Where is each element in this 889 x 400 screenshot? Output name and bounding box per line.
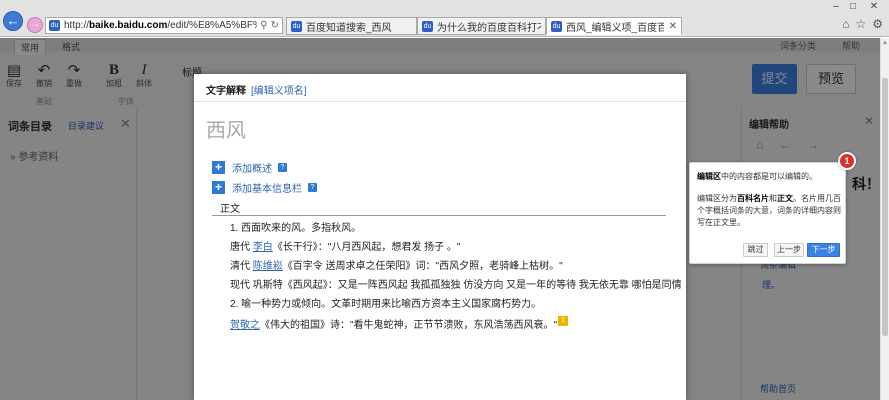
address-url: http://baike.baidu.com/edit/%E8%A5%BF%E9… <box>64 20 257 31</box>
tooltip-text: 编辑区分为百科名片和正文。名片用几百个字概括词条的大意，词条的详细内容则写在正文… <box>697 193 842 229</box>
line-text: 1. 西面吹来的风。多指秋风。 <box>230 223 362 234</box>
skip-button[interactable]: 跳过 <box>743 243 768 257</box>
help-icon[interactable]: ? <box>278 163 287 172</box>
tooltip-bold: 编辑区 <box>697 172 721 181</box>
back-button[interactable]: ← <box>3 11 23 31</box>
modal-title: 文字解释 <box>206 86 246 97</box>
browser-chrome: – □ ✕ ← → du http://baike.baidu.com/edit… <box>0 0 889 37</box>
search-icon[interactable]: ⚲ <box>260 20 267 31</box>
author-link[interactable]: 贺敬之 <box>230 320 260 331</box>
line-text: 《伟大的祖国》诗："看牛鬼蛇神，正节节溃败，东风浩荡西风衰。" <box>260 320 558 331</box>
add-summary-label: 添加概述 <box>232 164 272 175</box>
scroll-up-icon[interactable]: ▲ <box>882 40 888 46</box>
restore-icon[interactable]: □ <box>846 1 860 12</box>
modal-header: 文字解释 [编辑义项名] <box>194 74 686 102</box>
edit-sense-name-link[interactable]: [编辑义项名] <box>251 82 307 97</box>
url-host: baike.baidu.com <box>89 20 168 31</box>
baidu-favicon-icon: du <box>422 20 433 32</box>
tab-baike-issue[interactable]: du 为什么我的百度百科打不开，... <box>417 17 546 35</box>
url-scheme: http:// <box>64 20 90 31</box>
author-link[interactable]: 陈维崧 <box>253 261 283 272</box>
body-line[interactable]: 唐代 李白《长干行》："八月西风起，想君发 扬子 。" <box>230 238 460 253</box>
tooltip-text-part: 编辑区分为 <box>697 194 737 203</box>
minimize-icon[interactable]: – <box>829 1 843 12</box>
line-text: 《长干行》："八月西风起，想君发 扬子 。" <box>272 242 461 253</box>
close-tab-icon[interactable]: ✕ <box>669 21 677 32</box>
body-line[interactable]: 1. 西面吹来的风。多指秋风。 <box>230 219 361 234</box>
prev-step-button[interactable]: 上一步 <box>774 243 804 257</box>
tooltip-text-part: 和 <box>769 194 777 203</box>
baidu-favicon-icon: du <box>49 20 60 31</box>
plus-icon: + <box>212 181 225 194</box>
author-link[interactable]: 李白 <box>253 242 273 253</box>
body-line[interactable]: 清代 陈维崧《百字令 送周求卓之任荣阳》词："西风夕照，老骑峰上枯树。" <box>230 257 563 272</box>
reference-marker[interactable]: 1 <box>558 316 569 326</box>
line-text: 现代 巩斯特《西风起》：又是一阵西风起 我孤孤独独 仿没方向 又是一年的等待 我… <box>230 280 682 291</box>
forward-button[interactable]: → <box>27 17 43 33</box>
home-icon[interactable]: ⌂ <box>842 17 849 31</box>
line-text: 清代 <box>230 261 253 272</box>
add-summary-button[interactable]: + 添加概述 ? <box>212 160 287 175</box>
close-window-icon[interactable]: ✕ <box>867 1 881 12</box>
tab-label: 为什么我的百度百科打不开，... <box>437 22 541 34</box>
tab-baidu-zhidao[interactable]: du 百度知道搜索_西风 <box>286 17 417 35</box>
address-bar[interactable]: du http://baike.baidu.com/edit/%E8%A5%BF… <box>45 17 283 34</box>
tab-baike-edit[interactable]: du 西风_编辑义项_百度百科 ✕ <box>546 17 682 35</box>
next-step-button[interactable]: 下一步 <box>807 243 840 257</box>
baidu-favicon-icon: du <box>291 20 302 32</box>
tooltip-bold: 百科名片 <box>737 194 769 203</box>
settings-icon[interactable]: ⚙ <box>872 17 883 31</box>
body-line[interactable]: 现代 巩斯特《西风起》：又是一阵西风起 我孤孤独独 仿没方向 又是一年的等待 我… <box>230 276 682 291</box>
add-infobox-label: 添加基本信息栏 <box>232 184 302 195</box>
line-text: 2. 喻一种势力或倾向。文革时期用来比喻西方资本主义国家腐朽势力。 <box>230 299 542 310</box>
tab-label: 百度知道搜索_西风 <box>306 22 392 34</box>
page-scrollbar[interactable]: ▲ <box>880 38 889 400</box>
step-badge: 1 <box>838 152 856 170</box>
section-heading[interactable]: 正文 <box>220 200 240 215</box>
url-path: /edit/%E8%A5%BF%E9%A5 <box>167 20 257 31</box>
body-line[interactable]: 贺敬之《伟大的祖国》诗："看牛鬼蛇神，正节节溃败，东风浩荡西风衰。" 1 <box>230 316 569 331</box>
tooltip-text: 编辑区中的内容都是可以编辑的。 <box>697 171 842 183</box>
guide-tooltip: 编辑区中的内容都是可以编辑的。 编辑区分为百科名片和正文。名片用几百个字概括词条… <box>689 162 846 264</box>
add-infobox-button[interactable]: + 添加基本信息栏 ? <box>212 180 317 195</box>
arrow-left-icon: ← <box>6 13 20 28</box>
tab-label: 西风_编辑义项_百度百科 <box>566 22 664 34</box>
star-icon[interactable]: ☆ <box>855 17 866 31</box>
baidu-favicon-icon: du <box>551 20 562 32</box>
line-text: 唐代 <box>230 242 253 253</box>
help-icon[interactable]: ? <box>308 183 317 192</box>
plus-icon: + <box>212 161 225 174</box>
edit-modal: 文字解释 [编辑义项名] 西风 + 添加概述 ? + 添加基本信息栏 ? 正文 … <box>194 74 686 400</box>
refresh-icon[interactable]: ↻ <box>271 20 279 31</box>
arrow-right-icon: → <box>30 19 40 30</box>
tooltip-bold: 正文 <box>777 194 793 203</box>
body-line[interactable]: 2. 喻一种势力或倾向。文革时期用来比喻西方资本主义国家腐朽势力。 <box>230 295 541 310</box>
scrollbar-thumb[interactable] <box>882 78 888 336</box>
line-text: 《百字令 送周求卓之任荣阳》词："西风夕照，老骑峰上枯树。" <box>282 261 563 272</box>
tooltip-text-part: 中的内容都是可以编辑的。 <box>721 172 817 181</box>
section-divider <box>212 215 666 216</box>
browser-icons: ⌂ ☆ ⚙ <box>842 17 883 31</box>
entry-title[interactable]: 西风 <box>206 114 246 143</box>
